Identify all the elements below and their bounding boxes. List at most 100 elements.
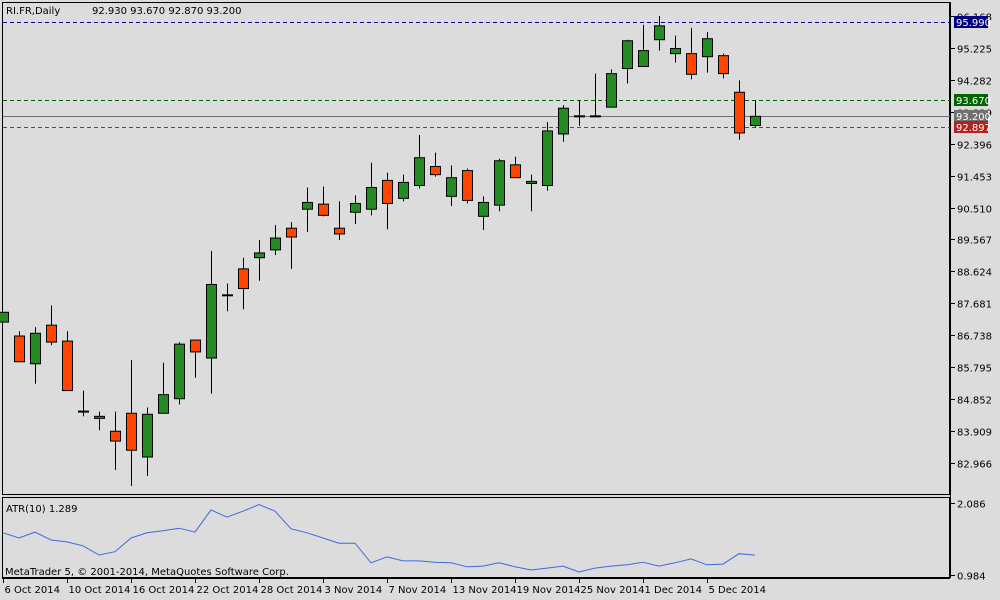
candle[interactable] bbox=[654, 16, 665, 51]
candle[interactable] bbox=[670, 35, 681, 63]
candle[interactable] bbox=[702, 31, 713, 73]
candle[interactable] bbox=[14, 331, 25, 363]
candle-body-bull bbox=[0, 311, 9, 323]
candle[interactable] bbox=[110, 411, 121, 470]
candle-body-bear bbox=[686, 53, 697, 75]
candle[interactable] bbox=[606, 69, 617, 108]
x-tick-label: 16 Oct 2014 bbox=[133, 585, 195, 596]
y-tick-label: 95.225 bbox=[957, 45, 992, 56]
candle[interactable] bbox=[190, 339, 201, 378]
candle[interactable] bbox=[478, 196, 489, 230]
candle[interactable] bbox=[622, 39, 633, 84]
candle-body-bull bbox=[622, 40, 633, 70]
candle[interactable] bbox=[0, 311, 9, 323]
candle-body-bear bbox=[110, 430, 121, 442]
x-tick-label: 19 Nov 2014 bbox=[517, 585, 581, 596]
candle[interactable] bbox=[46, 305, 57, 346]
candle[interactable] bbox=[414, 134, 425, 189]
atr-indicator-panel[interactable] bbox=[2, 497, 950, 578]
candle[interactable] bbox=[286, 222, 297, 269]
candle[interactable] bbox=[366, 162, 377, 216]
candle[interactable] bbox=[542, 122, 553, 191]
candle[interactable] bbox=[558, 105, 569, 142]
candle[interactable] bbox=[718, 53, 729, 79]
y-tick-label: 88.624 bbox=[957, 268, 992, 279]
candle[interactable] bbox=[590, 73, 601, 118]
main-chart-panel[interactable] bbox=[0, 2, 950, 495]
candle[interactable] bbox=[686, 27, 697, 80]
candle-body-bull bbox=[542, 130, 553, 186]
candle[interactable] bbox=[126, 360, 137, 486]
y-tick-label: 85.795 bbox=[957, 364, 992, 375]
candle[interactable] bbox=[222, 283, 233, 312]
candle[interactable] bbox=[430, 152, 441, 177]
candle-body-bull bbox=[526, 180, 537, 184]
candle[interactable] bbox=[158, 362, 169, 414]
y-tick-label: 84.852 bbox=[957, 396, 992, 407]
candle-body-bear bbox=[46, 324, 57, 343]
candle[interactable] bbox=[350, 195, 361, 225]
x-tick-label: 28 Oct 2014 bbox=[261, 585, 323, 596]
candle[interactable] bbox=[334, 201, 345, 241]
candle[interactable] bbox=[526, 174, 537, 212]
candle[interactable] bbox=[462, 168, 473, 204]
y-tick-label: 87.681 bbox=[957, 300, 992, 311]
candle-body-bull bbox=[670, 48, 681, 55]
x-tick-label: 6 Oct 2014 bbox=[5, 585, 60, 596]
x-tick-label: 1 Dec 2014 bbox=[645, 585, 703, 596]
y-tick-label: 86.738 bbox=[957, 332, 992, 343]
candle-body-bull bbox=[478, 201, 489, 217]
candle-body-bear bbox=[462, 170, 473, 201]
candle[interactable] bbox=[238, 257, 249, 310]
candle[interactable] bbox=[638, 24, 649, 68]
candle[interactable] bbox=[510, 156, 521, 179]
candle[interactable] bbox=[30, 327, 41, 384]
candle-body-bull bbox=[30, 332, 41, 365]
candle-body-bear bbox=[734, 91, 745, 134]
ohlc-readout: 92.930 93.670 92.870 93.200 bbox=[92, 6, 242, 17]
candle-body-bear bbox=[190, 339, 201, 353]
x-tick-label: 7 Nov 2014 bbox=[389, 585, 447, 596]
atr-panel-border bbox=[2, 497, 950, 578]
candle-body-bull bbox=[350, 202, 361, 213]
candle-body-bear bbox=[14, 335, 25, 363]
candle-body-bear bbox=[510, 164, 521, 179]
candle[interactable] bbox=[318, 186, 329, 217]
candle[interactable] bbox=[94, 411, 105, 431]
price-chart[interactable]: 96.16895.22594.28293.33992.39691.45390.5… bbox=[0, 0, 1000, 600]
candle[interactable] bbox=[398, 174, 409, 202]
atr-tick-label: 0.984 bbox=[957, 572, 986, 583]
candle-body-bull bbox=[158, 394, 169, 414]
candle[interactable] bbox=[78, 390, 89, 417]
candle-body-bull bbox=[494, 160, 505, 206]
candle[interactable] bbox=[254, 240, 265, 281]
candle[interactable] bbox=[750, 100, 761, 128]
high-price-label: 93.670 bbox=[956, 96, 991, 107]
candle-body-bull bbox=[398, 181, 409, 199]
candle[interactable] bbox=[270, 225, 281, 255]
x-tick-label: 13 Nov 2014 bbox=[453, 585, 517, 596]
candle[interactable] bbox=[142, 407, 153, 476]
y-tick-label: 91.453 bbox=[957, 173, 992, 184]
candle-body-bull bbox=[94, 415, 105, 419]
atr-tick-label: 2.086 bbox=[957, 500, 986, 511]
candle[interactable] bbox=[446, 165, 457, 207]
candle[interactable] bbox=[734, 80, 745, 140]
ask-price-label: 95.990 bbox=[956, 18, 991, 29]
atr-label: ATR(10) 1.289 bbox=[6, 504, 77, 515]
candle[interactable] bbox=[494, 158, 505, 212]
y-tick-label: 92.396 bbox=[957, 141, 992, 152]
atr-line bbox=[2, 504, 756, 573]
candle-body-bull bbox=[654, 25, 665, 41]
candle-body-bear bbox=[286, 227, 297, 238]
candle-body-bull bbox=[606, 73, 617, 108]
candle[interactable] bbox=[206, 250, 217, 394]
candle[interactable] bbox=[302, 187, 313, 232]
candle[interactable] bbox=[62, 331, 73, 392]
candle-body-bear bbox=[238, 268, 249, 290]
candle[interactable] bbox=[382, 172, 393, 230]
x-tick-label: 3 Nov 2014 bbox=[325, 585, 383, 596]
candle[interactable] bbox=[574, 100, 585, 126]
bid-price-label: 92.897 bbox=[956, 123, 991, 134]
candle[interactable] bbox=[174, 342, 185, 405]
